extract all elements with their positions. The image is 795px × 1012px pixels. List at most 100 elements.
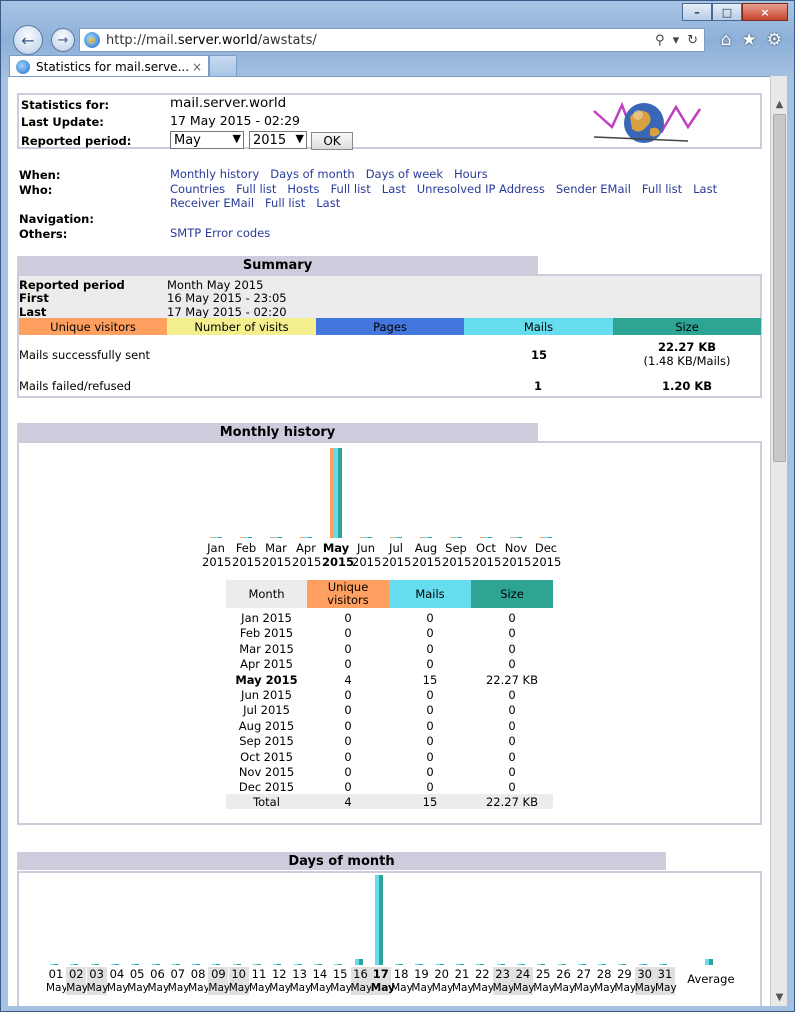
hist-cell-month: Aug 2015	[238, 718, 295, 733]
month-bar-apr-size	[308, 537, 312, 538]
col-unique-visitors: Unique visitors	[19, 318, 167, 335]
who-link-sender-email[interactable]: Sender EMail	[556, 182, 631, 196]
hist-cell-size: 0	[508, 611, 516, 625]
month-select[interactable]: May ▼	[170, 131, 244, 149]
others-link-smtp-error-codes[interactable]: SMTP Error codes	[170, 226, 270, 240]
who-link-full-list[interactable]: Full list	[265, 196, 305, 210]
month-bar-aug-size	[428, 537, 432, 538]
ok-button[interactable]: OK	[311, 132, 353, 150]
stats-for-value: mail.server.world	[170, 95, 287, 111]
summary-first-value: 16 May 2015 - 23:05	[167, 291, 287, 305]
summary-period-label: Reported period	[19, 278, 125, 292]
day-tick-27: 27 May	[573, 967, 596, 994]
day-tick-02: 02 May	[66, 967, 89, 995]
month-tick-sep: Sep 2015	[442, 541, 472, 569]
day-bar-23-size	[500, 964, 505, 965]
hist-cell-size: 0	[508, 765, 516, 779]
hist-cell-mails: 15	[422, 672, 438, 687]
hist-cell-unique: 0	[344, 734, 352, 749]
home-icon[interactable]: ⌂	[721, 30, 732, 50]
when-link-hours[interactable]: Hours	[454, 167, 488, 181]
hist-cell-size: 0	[508, 749, 516, 764]
minimize-button[interactable]: –	[682, 3, 712, 21]
day-tick-05: 05 May	[127, 967, 149, 994]
search-icon[interactable]: ⚲	[655, 33, 665, 48]
who-link-last[interactable]: Last	[316, 196, 340, 210]
day-bar-01-size	[54, 964, 58, 965]
hist-cell-size: 0	[508, 688, 516, 702]
when-link-monthly-history[interactable]: Monthly history	[170, 167, 259, 181]
day-bar-28-size	[602, 964, 607, 965]
hist-cell-month: Nov 2015	[238, 765, 295, 779]
day-tick-04: 04 May	[106, 967, 129, 994]
day-bar-11-size	[257, 964, 261, 965]
who-link-full-list[interactable]: Full list	[236, 182, 276, 196]
scroll-down-icon[interactable]: ▼	[771, 989, 788, 1006]
maximize-button[interactable]: □	[712, 3, 742, 21]
average-bar-size	[709, 959, 714, 965]
address-bar[interactable]: e http://mail.server.world/awstats/ ⚲ ▾ …	[79, 28, 705, 52]
day-bar-24-size	[520, 964, 525, 965]
hist-cell-month: Mar 2015	[239, 641, 294, 656]
close-window-button[interactable]: ×	[742, 3, 788, 21]
summary-last-value: 17 May 2015 - 02:20	[167, 305, 287, 319]
who-link-last[interactable]: Last	[382, 182, 406, 196]
ie-tab-icon	[16, 59, 30, 74]
tab-close-icon[interactable]: ×	[192, 60, 202, 74]
day-tick-24: 24 May	[512, 967, 535, 995]
day-bar-26-size	[561, 964, 566, 965]
url-text[interactable]: http://mail.server.world/awstats/	[106, 33, 317, 48]
who-link-full-list[interactable]: Full list	[331, 182, 371, 196]
vertical-scrollbar[interactable]: ▲ ▼	[770, 76, 787, 1006]
days-of-month-box: 01 May 02 May 03 May 04 May 05 May 06 May 07 May 08 May…	[17, 871, 762, 1006]
mails-sent-label: Mails successfully sent	[19, 348, 151, 362]
day-tick-28: 28 May	[594, 967, 616, 994]
forward-button[interactable]: →	[51, 28, 75, 52]
who-link-hosts[interactable]: Hosts	[287, 182, 319, 196]
who-link-countries[interactable]: Countries	[170, 182, 225, 196]
dropdown-icon[interactable]: ▾	[673, 33, 680, 48]
hist-cell-mails: 0	[426, 765, 434, 779]
chevron-down-icon: ▼	[232, 132, 241, 145]
hist-cell-month: Apr 2015	[240, 657, 293, 672]
when-link-days-of-week[interactable]: Days of week	[366, 167, 443, 181]
who-link-full-list[interactable]: Full list	[642, 182, 682, 196]
tab-title: Statistics for mail.serve...	[36, 59, 190, 74]
year-select[interactable]: 2015 ▼	[249, 131, 307, 149]
col-pages: Pages	[316, 318, 464, 335]
hist-cell-size: 22.27 KB	[485, 672, 538, 687]
hist-total-label: Total	[253, 795, 280, 809]
when-link-days-of-month[interactable]: Days of month	[270, 167, 354, 181]
hist-cell-month: Dec 2015	[238, 780, 295, 795]
average-label: Average	[687, 972, 735, 986]
page-viewport: Statistics for: mail.server.world Last U…	[8, 76, 770, 1006]
who-link-last[interactable]: Last	[693, 182, 717, 196]
day-tick-08: 08 May	[188, 967, 210, 994]
scroll-up-icon[interactable]: ▲	[771, 96, 788, 113]
day-bar-22-size	[480, 964, 485, 965]
scrollbar-thumb[interactable]	[773, 114, 786, 462]
monthly-history-title: Monthly history	[17, 423, 538, 441]
col-size: Size	[613, 318, 761, 335]
awstats-logo-icon	[593, 101, 702, 143]
refresh-icon[interactable]: ↻	[687, 33, 698, 48]
who-link-unresolved-ip-address[interactable]: Unresolved IP Address	[417, 182, 545, 196]
back-button[interactable]: ←	[13, 25, 43, 55]
navigation-label: Navigation:	[19, 212, 94, 226]
who-link-receiver-email[interactable]: Receiver EMail	[170, 196, 254, 210]
hist-cell-size: 0	[508, 734, 516, 749]
hist-cell-unique: 0	[344, 626, 352, 641]
last-update-value: 17 May 2015 - 02:29	[170, 113, 300, 128]
hist-cell-mails: 0	[426, 780, 434, 795]
tab-statistics[interactable]: Statistics for mail.serve... ×	[9, 55, 209, 77]
summary-last-label: Last	[19, 305, 47, 319]
hist-cell-mails: 0	[426, 657, 434, 672]
last-update-label: Last Update:	[21, 115, 104, 129]
favorites-star-icon[interactable]: ★	[742, 30, 757, 50]
day-tick-07: 07 May	[167, 967, 190, 994]
hist-cell-month: Jun 2015	[241, 688, 292, 702]
settings-gear-icon[interactable]: ⚙	[767, 30, 782, 50]
new-tab-button[interactable]	[209, 55, 237, 77]
day-tick-29: 29 May	[614, 967, 637, 994]
day-bar-03-size	[94, 964, 99, 965]
